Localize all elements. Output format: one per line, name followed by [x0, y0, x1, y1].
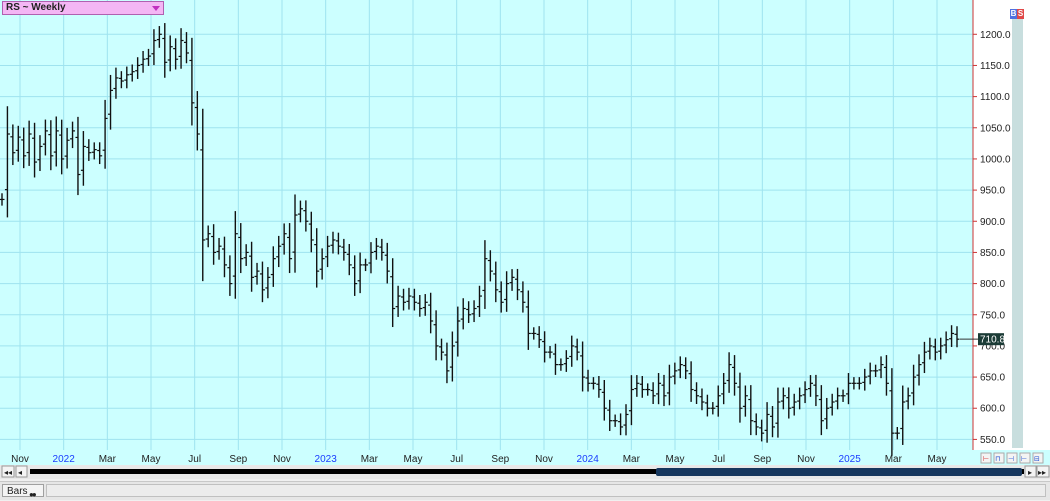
- x-tick-label: May: [404, 454, 423, 465]
- y-tick-label: 800.0: [980, 279, 1005, 290]
- sell-badge[interactable]: S: [1017, 9, 1024, 19]
- chart-window: 1200.0 1150.0 1100.0 1050.0 1000.0 950.0 900.0…: [0, 0, 1050, 500]
- cursor-icon: ⊟: [1034, 455, 1040, 463]
- dropdown-arrow-icon[interactable]: [152, 6, 160, 11]
- x-tick-label: Mar: [623, 454, 641, 465]
- x-tick-label: Nov: [535, 454, 553, 465]
- price-chart: 1200.0 1150.0 1100.0 1050.0 1000.0 950.0 900.0…: [0, 0, 1050, 465]
- x-tick-label: Nov: [11, 454, 29, 465]
- x-tick-label: Jul: [188, 454, 201, 465]
- bars-tab-label: Bars: [7, 486, 28, 497]
- y-tick-label: 950.0: [980, 186, 1005, 197]
- double-left-arrow-icon: ◂◂: [4, 468, 12, 477]
- y-tick-label: 650.0: [980, 373, 1005, 384]
- reset-icon: ⊢: [1021, 455, 1027, 463]
- y-tick-label: 750.0: [980, 310, 1005, 321]
- y-tick-label: 1150.0: [980, 61, 1010, 72]
- y-tick-label: 600.0: [980, 404, 1005, 415]
- x-tick-label: Mar: [99, 454, 117, 465]
- tab-strip-empty: [46, 484, 1046, 497]
- x-tick-label: Sep: [753, 454, 771, 465]
- x-tick-label: Nov: [273, 454, 291, 465]
- x-tick-label: Mar: [361, 454, 379, 465]
- scroll-thumb[interactable]: [656, 468, 1022, 476]
- x-tick-label: 2023: [315, 454, 338, 465]
- bars-tab[interactable]: Bars ●●: [2, 484, 44, 499]
- x-tick-label: Jul: [450, 454, 463, 465]
- plot-background: [0, 0, 973, 450]
- y-tick-label: 550.0: [980, 435, 1005, 446]
- x-tick-label: May: [142, 454, 161, 465]
- y-tick-label: 1200.0: [980, 30, 1011, 41]
- zoom-in-icon: ⊓: [995, 455, 1000, 463]
- x-tick-label: Sep: [229, 454, 247, 465]
- y-tick-label: 1100.0: [980, 92, 1010, 103]
- last-price-label: 710.8: [980, 335, 1005, 346]
- symbol-selector[interactable]: RS ~ Weekly: [2, 1, 164, 15]
- x-tick-label: 2024: [577, 454, 600, 465]
- x-tick-label: 2025: [839, 454, 862, 465]
- x-tick-label: Jul: [712, 454, 725, 465]
- buy-badge[interactable]: B: [1010, 9, 1017, 19]
- x-tick-label: May: [666, 454, 685, 465]
- left-arrow-icon: ◂: [18, 468, 22, 477]
- y-tick-label: 850.0: [980, 248, 1005, 259]
- y-tick-label: 1050.0: [980, 123, 1011, 134]
- double-right-arrow-icon: ▸▸: [1038, 468, 1046, 477]
- x-tick-label: Sep: [491, 454, 509, 465]
- x-tick-label: 2022: [53, 454, 76, 465]
- price-axis-scroll-strip[interactable]: [1012, 18, 1023, 448]
- scroll-toolbar: ◂◂ ◂ ▸ ▸▸ ⊢ ⊓ ⊣ ⊢ ⊟: [0, 452, 1050, 479]
- x-tick-label: Nov: [797, 454, 815, 465]
- y-tick-label: 1000.0: [980, 154, 1011, 165]
- symbol-title: RS ~ Weekly: [6, 2, 66, 13]
- zoom-out-icon: ⊢: [983, 455, 989, 463]
- fit-icon: ⊣: [1008, 455, 1014, 463]
- y-tick-label: 900.0: [980, 217, 1005, 228]
- x-tick-label: Mar: [885, 454, 903, 465]
- bottom-tab-bar: Bars ●●: [0, 481, 1050, 500]
- right-arrow-icon: ▸: [1028, 468, 1032, 477]
- bars-dots-icon: ●●: [29, 490, 37, 499]
- x-tick-label: May: [928, 454, 947, 465]
